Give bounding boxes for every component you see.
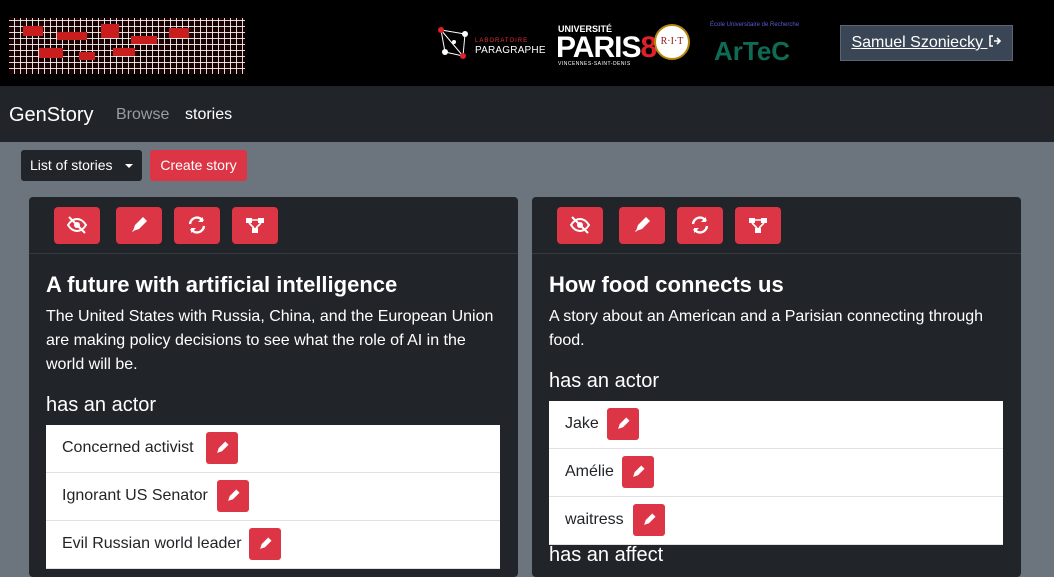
actor-name: Ignorant US Senator [62, 487, 208, 504]
actor-heading: has an actor [549, 370, 660, 392]
list-item: Evil Russian world leader [46, 521, 500, 569]
user-name: Samuel Szoniecky [851, 34, 984, 51]
story-title: A future with artificial intelligence [46, 272, 398, 297]
refresh-icon [691, 216, 709, 234]
list-item: waitress [549, 497, 1003, 545]
actor-list: Jake Amélie waitress [549, 401, 1003, 545]
pen-icon [217, 441, 229, 453]
pen-icon [618, 417, 630, 429]
edit-actor-button[interactable] [607, 408, 639, 440]
graph-icon [246, 218, 264, 233]
nav-browse[interactable]: Browse [116, 106, 169, 124]
story-description: The United States with Russia, China, an… [46, 308, 494, 373]
artec-logo: ArTeC [714, 36, 791, 66]
edit-actor-button[interactable] [206, 432, 238, 464]
top-banner: LABORATOIRE PARAGRAPHE UNIVERSITÉ PARIS8… [0, 0, 1054, 86]
user-logout-button[interactable]: Samuel Szoniecky [840, 25, 1013, 61]
edit-actor-button[interactable] [249, 528, 281, 560]
caret-down-icon [125, 164, 133, 168]
story-title: How food connects us [549, 272, 784, 297]
card-toolbar [532, 197, 1021, 254]
rit-logo: R·I·T [654, 24, 690, 60]
sign-out-icon [988, 34, 1002, 51]
list-item: Amélie [549, 449, 1003, 497]
pen-icon [633, 465, 645, 477]
eye-slash-icon [569, 216, 591, 234]
edit-actor-button[interactable] [217, 480, 249, 512]
paris8-logo: PARIS8 [556, 31, 657, 64]
refresh-icon [188, 216, 206, 234]
graph-icon [749, 218, 767, 233]
actor-name: Amélie [565, 463, 614, 480]
edit-button[interactable] [619, 207, 665, 244]
hide-button[interactable] [54, 207, 100, 244]
pen-icon [635, 217, 650, 232]
actor-name: waitress [565, 511, 624, 528]
pen-icon [260, 537, 272, 549]
graph-button[interactable] [735, 207, 781, 244]
story-card: A future with artificial intelligence Th… [29, 197, 518, 577]
create-story-button[interactable]: Create story [150, 150, 247, 181]
edit-actor-button[interactable] [622, 456, 654, 488]
list-item: Ignorant US Senator [46, 473, 500, 521]
paris8-logo-sub: VINCENNES-SAINT-DENIS [558, 61, 631, 67]
actor-list: Concerned activist Ignorant US Senator E… [46, 425, 500, 569]
actor-heading: has an actor [46, 394, 157, 416]
actor-name: Concerned activist [62, 439, 194, 456]
story-card: How food connects us A story about an Am… [532, 197, 1021, 577]
list-of-stories-dropdown[interactable]: List of stories [21, 150, 142, 181]
card-toolbar [29, 197, 518, 254]
actor-name: Evil Russian world leader [62, 535, 242, 552]
brand-link[interactable]: GenStory [9, 104, 93, 127]
edit-button[interactable] [116, 207, 162, 244]
paragraphe-logo-icon [438, 27, 468, 59]
pen-icon [644, 513, 656, 525]
pen-icon [132, 217, 147, 232]
story-description: A story about an American and a Parisian… [549, 308, 984, 349]
pen-icon [228, 489, 240, 501]
paragraphe-logo-text: LABORATOIRE PARAGRAPHE [475, 38, 546, 56]
edit-actor-button[interactable] [633, 504, 665, 536]
refresh-button[interactable] [677, 207, 723, 244]
maze-logo [9, 18, 245, 74]
eye-slash-icon [66, 216, 88, 234]
nav-stories[interactable]: stories [185, 106, 232, 124]
graph-button[interactable] [232, 207, 278, 244]
refresh-button[interactable] [174, 207, 220, 244]
actor-name: Jake [565, 415, 599, 432]
hide-button[interactable] [557, 207, 603, 244]
affect-heading: has an affect [549, 544, 664, 566]
list-item: Concerned activist [46, 425, 500, 473]
list-item: Jake [549, 401, 1003, 449]
artec-logo-small: École Universitaire de Recherche [710, 22, 800, 28]
